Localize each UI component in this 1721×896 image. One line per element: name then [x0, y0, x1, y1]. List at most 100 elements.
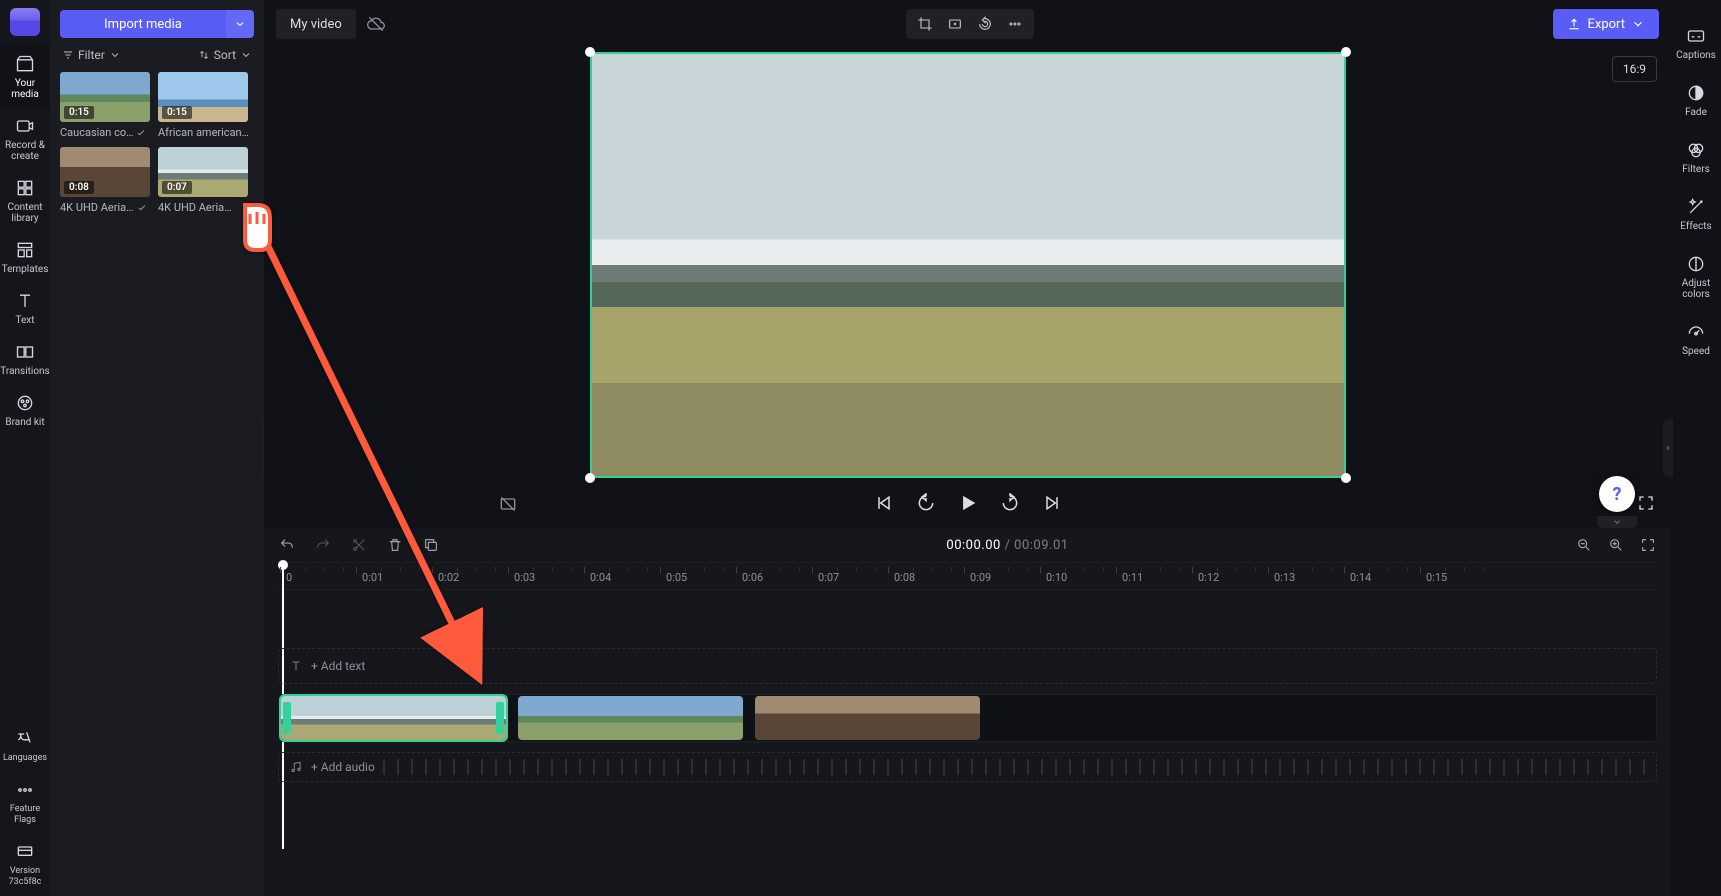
aspect-ratio-label: 16:9 — [1623, 62, 1646, 76]
resize-handle-bl[interactable] — [585, 473, 595, 483]
media-thumb[interactable]: 0:08 — [60, 147, 150, 197]
prop-fade[interactable]: Fade — [1671, 73, 1721, 128]
nav-record[interactable]: Record & create — [0, 108, 50, 170]
ruler-tick: 0:06 — [742, 571, 763, 584]
add-text-label: + Add text — [311, 659, 365, 673]
prop-adjust-colors[interactable]: Adjust colors — [1671, 244, 1721, 310]
media-item[interactable]: 0:08 4K UHD Aeria… — [60, 147, 150, 214]
media-item[interactable]: 0:15 African american… — [158, 72, 248, 139]
video-clip-1[interactable] — [281, 696, 506, 740]
media-thumb[interactable]: 0:07 — [158, 147, 248, 197]
next-clip-button[interactable] — [1041, 492, 1063, 514]
media-name: 4K UHD Aeria… — [60, 201, 134, 214]
split-button[interactable] — [350, 536, 368, 554]
nav-label-templates: Templates — [2, 264, 49, 275]
right-rail: Captions Fade Filters Effects Adjust col… — [1671, 0, 1721, 896]
prev-clip-button[interactable] — [873, 492, 895, 514]
zoom-in-button[interactable] — [1607, 536, 1625, 554]
nav-transitions[interactable]: Transitions — [0, 334, 50, 385]
watermark-icon[interactable] — [498, 494, 518, 514]
import-media-label: Import media — [104, 17, 182, 32]
resize-handle-tr[interactable] — [1341, 47, 1351, 57]
ruler-tick: 0:14 — [1350, 571, 1371, 584]
fullscreen-button[interactable] — [1637, 494, 1657, 514]
prop-speed[interactable]: Speed — [1671, 312, 1721, 367]
add-text-track[interactable]: + Add text — [278, 648, 1657, 684]
sort-label: Sort — [214, 48, 236, 62]
timeline-ruler[interactable]: 00:010:020:030:040:050:060:070:080:090:1… — [278, 562, 1657, 590]
import-media-dropdown[interactable] — [226, 10, 254, 38]
media-item[interactable]: 0:07 4K UHD Aeria… — [158, 147, 248, 214]
ruler-tick: 0:10 — [1046, 571, 1067, 584]
video-track[interactable] — [278, 694, 1657, 742]
media-duration: 0:07 — [162, 181, 192, 194]
stage: My video Export 16:9 ? — [264, 0, 1671, 896]
media-item[interactable]: 0:15 Caucasian co… — [60, 72, 150, 139]
export-button[interactable]: Export — [1553, 9, 1659, 39]
import-media-button[interactable]: Import media — [60, 10, 226, 38]
play-button[interactable] — [957, 492, 979, 514]
help-button[interactable]: ? — [1599, 476, 1635, 512]
crop-button[interactable] — [916, 15, 934, 33]
prop-label-effects: Effects — [1680, 221, 1711, 232]
sort-icon — [198, 49, 210, 61]
video-clip-3[interactable] — [755, 696, 980, 740]
fit-button[interactable] — [946, 15, 964, 33]
zoom-fit-button[interactable] — [1639, 536, 1657, 554]
rotate-button[interactable] — [976, 15, 994, 33]
right-panel-expand-button[interactable] — [1663, 419, 1673, 477]
nav-languages[interactable]: Languages — [0, 721, 50, 772]
skip-back-button[interactable] — [915, 492, 937, 514]
resize-handle-tl[interactable] — [585, 47, 595, 57]
stage-toolbar: My video Export — [264, 0, 1671, 48]
prop-filters[interactable]: Filters — [1671, 130, 1721, 185]
nav-brand-kit[interactable]: Brand kit — [0, 385, 50, 436]
ruler-tick: 0:11 — [1122, 571, 1143, 584]
prop-effects[interactable]: Effects — [1671, 187, 1721, 242]
ruler-tick: 0:01 — [362, 571, 383, 584]
nav-content-library[interactable]: Content library — [0, 170, 50, 232]
more-button[interactable] — [1006, 15, 1024, 33]
zoom-out-button[interactable] — [1575, 536, 1593, 554]
prop-captions[interactable]: Captions — [1671, 16, 1721, 71]
aspect-ratio-button[interactable]: 16:9 — [1612, 56, 1657, 82]
add-audio-track[interactable]: + Add audio — [278, 752, 1657, 782]
skip-forward-button[interactable] — [999, 492, 1021, 514]
undo-button[interactable] — [278, 536, 296, 554]
filter-icon — [62, 49, 74, 61]
sort-button[interactable]: Sort — [198, 48, 252, 62]
app-logo[interactable] — [10, 8, 40, 36]
chevron-down-icon — [109, 49, 121, 61]
nav-label-languages: Languages — [3, 753, 47, 764]
project-title: My video — [290, 17, 342, 32]
media-thumb[interactable]: 0:15 — [60, 72, 150, 122]
nav-your-media[interactable]: Your media — [0, 46, 50, 108]
media-panel: Import media Filter Sort 0:15 Caucasian … — [50, 0, 264, 896]
media-duration: 0:15 — [162, 106, 192, 119]
video-clip-2[interactable] — [518, 696, 743, 740]
ruler-tick: 0:08 — [894, 571, 915, 584]
nav-text[interactable]: Text — [0, 283, 50, 334]
ruler-tick: 0:07 — [818, 571, 839, 584]
media-thumb[interactable]: 0:15 — [158, 72, 248, 122]
duplicate-button[interactable] — [422, 536, 440, 554]
prop-label-fade: Fade — [1685, 107, 1707, 118]
prop-label-speed: Speed — [1682, 346, 1710, 357]
ruler-tick: 0:12 — [1198, 571, 1219, 584]
nav-feature-flags[interactable]: Feature Flags — [0, 772, 50, 834]
video-preview[interactable] — [590, 52, 1346, 478]
filter-button[interactable]: Filter — [62, 48, 121, 62]
collapse-preview-button[interactable] — [1597, 516, 1637, 528]
resize-handle-br[interactable] — [1341, 473, 1351, 483]
project-title-chip[interactable]: My video — [276, 9, 356, 39]
ruler-tick: 0:13 — [1274, 571, 1295, 584]
delete-button[interactable] — [386, 536, 404, 554]
nav-label-brand: Brand kit — [5, 417, 44, 428]
ruler-tick: 0:03 — [514, 571, 535, 584]
redo-button[interactable] — [314, 536, 332, 554]
nav-label-flags: Feature Flags — [2, 804, 48, 826]
nav-templates[interactable]: Templates — [0, 232, 50, 283]
media-name: African american… — [158, 126, 248, 139]
prop-label-filters: Filters — [1682, 164, 1710, 175]
nav-version[interactable]: Version 73c5f8c — [0, 834, 50, 896]
